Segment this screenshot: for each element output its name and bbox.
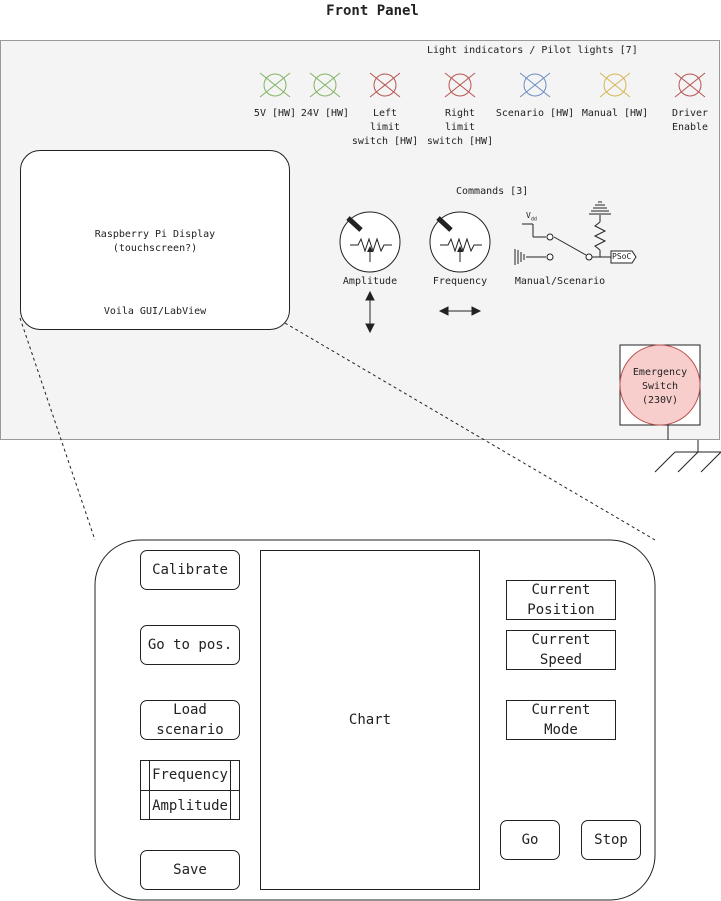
calibrate-button[interactable]: Calibrate — [140, 550, 240, 590]
pilot-light-label: Scenario [HW] — [495, 108, 575, 119]
pilot-light-icon — [519, 72, 551, 98]
vertical-arrow-icon — [365, 290, 375, 334]
chart-area: Chart — [260, 550, 480, 890]
pilot-light-icon — [369, 72, 401, 98]
zoom-line-left — [19, 317, 96, 541]
pilot-light-label: Driver Enable — [671, 108, 709, 133]
pilot-light-icon — [444, 72, 476, 98]
frequency-label: Frequency — [432, 276, 488, 287]
pilot-light-label: Right limit switch [HW] — [426, 108, 494, 147]
horizontal-arrow-icon — [438, 306, 482, 316]
display-subtitle: Voila GUI/LabView — [103, 306, 207, 317]
ground-symbol — [654, 440, 721, 473]
amplitude-field[interactable]: Amplitude — [149, 791, 231, 820]
frequency-field[interactable]: Frequency — [149, 760, 231, 790]
pilot-light-icon — [259, 72, 291, 98]
emergency-switch-label: Emergency Switch (230V) — [632, 367, 688, 406]
pilot-light-icon — [309, 72, 341, 98]
amplitude-knob-icon — [339, 211, 401, 273]
go-button[interactable]: Go — [500, 820, 560, 860]
save-button[interactable]: Save — [140, 850, 240, 890]
go-to-position-button[interactable]: Go to pos. — [140, 625, 240, 665]
stop-button[interactable]: Stop — [581, 820, 641, 860]
current-mode-readout: Current Mode — [506, 700, 616, 740]
load-scenario-button[interactable]: Load scenario — [140, 700, 240, 740]
current-position-readout: Current Position — [506, 580, 616, 620]
pilot-light-icon — [674, 72, 706, 98]
zoom-line-right — [284, 322, 656, 541]
commands-heading: Commands [3] — [456, 186, 529, 197]
pilot-light-label: Left limit switch [HW] — [351, 108, 419, 147]
current-speed-readout: Current Speed — [506, 630, 616, 670]
pilot-light-label: Manual [HW] — [581, 108, 649, 119]
psoc-label: PSoC — [612, 252, 632, 261]
indicators-heading: Light indicators / Pilot lights [7] — [427, 45, 638, 56]
switch-label: Manual/Scenario — [514, 276, 606, 287]
amplitude-label: Amplitude — [342, 276, 398, 287]
pilot-light-icon — [599, 72, 631, 98]
display-title: Raspberry Pi Display (touchscreen?) — [94, 229, 216, 254]
vdd-label: Vdd — [526, 211, 537, 223]
frequency-knob-icon — [429, 211, 491, 273]
